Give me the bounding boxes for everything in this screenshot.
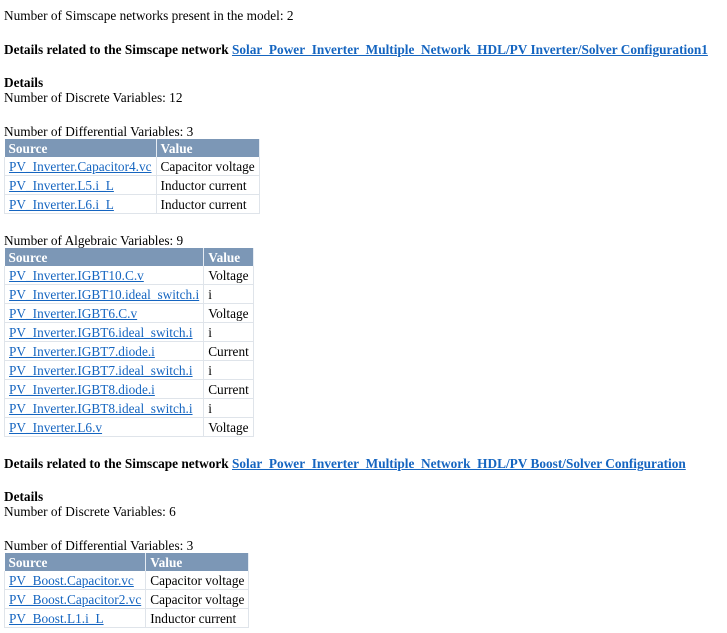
source-link[interactable]: PV_Inverter.IGBT8.diode.i [9, 382, 155, 397]
table-header-row: Source Value [4, 553, 250, 571]
value-cell: Inductor current [145, 608, 250, 628]
table-row: PV_Inverter.IGBT7.diode.i Current [3, 341, 254, 361]
table-header-row: Source Value [4, 248, 254, 266]
algebraic-count: Number of Algebraic Variables: 9 [4, 233, 184, 248]
source-link[interactable]: PV_Inverter.IGBT6.C.v [9, 306, 137, 321]
source-cell: PV_Inverter.IGBT6.C.v [3, 303, 205, 323]
source-link[interactable]: PV_Inverter.IGBT7.ideal_switch.i [9, 363, 193, 378]
network-link[interactable]: Solar_Power_Inverter_Multiple_Network_HD… [232, 42, 708, 57]
table-row: PV_Inverter.IGBT10.ideal_switch.i i [3, 284, 254, 304]
discrete-count: Number of Discrete Variables: 12 [4, 90, 183, 105]
source-cell: PV_Inverter.IGBT8.ideal_switch.i [3, 398, 205, 418]
differential-table: Source Value PV_Boost.Capacitor.vc Capaci… [3, 553, 250, 628]
value-cell: Current [203, 341, 254, 361]
source-link[interactable]: PV_Inverter.L6.i_L [9, 197, 114, 212]
details-label: Details [4, 489, 44, 504]
network-count-text: Number of Simscape networks present in t… [4, 8, 294, 23]
source-link[interactable]: PV_Inverter.L5.i_L [9, 178, 114, 193]
differential-count: Number of Differential Variables: 3 [4, 538, 194, 553]
network-heading-prefix: Details related to the Simscape network [4, 42, 232, 57]
source-link[interactable]: PV_Inverter.L6.v [9, 420, 102, 435]
source-cell: PV_Inverter.L6.i_L [4, 194, 157, 214]
table-row: PV_Inverter.L6.i_L Inductor current [4, 194, 260, 214]
source-column-header: Source [4, 248, 205, 266]
table-row: PV_Inverter.IGBT7.ideal_switch.i i [3, 360, 254, 380]
network-heading: Details related to the Simscape network … [4, 456, 723, 471]
source-cell: PV_Inverter.IGBT7.diode.i [3, 341, 205, 361]
value-cell: Inductor current [156, 194, 260, 214]
value-cell: i [203, 360, 254, 380]
source-link[interactable]: PV_Inverter.IGBT10.ideal_switch.i [9, 287, 199, 302]
source-link[interactable]: PV_Inverter.IGBT8.ideal_switch.i [9, 401, 193, 416]
source-link[interactable]: PV_Inverter.Capacitor4.vc [9, 159, 152, 174]
source-cell: PV_Inverter.IGBT6.ideal_switch.i [3, 322, 205, 342]
table-header-row: Source Value [4, 139, 260, 157]
table-row: PV_Inverter.IGBT8.diode.i Current [3, 379, 254, 399]
value-cell: i [203, 284, 254, 304]
differential-count: Number of Differential Variables: 3 [4, 124, 194, 139]
table-row: PV_Inverter.L6.v Voltage [3, 417, 254, 437]
report-body: Number of Simscape networks present in t… [0, 0, 727, 628]
value-cell: i [203, 398, 254, 418]
source-column-header: Source [4, 139, 157, 157]
value-cell: Voltage [203, 303, 254, 323]
source-link[interactable]: PV_Inverter.IGBT6.ideal_switch.i [9, 325, 193, 340]
source-cell: PV_Inverter.L6.v [3, 417, 205, 437]
table-row: PV_Inverter.IGBT8.ideal_switch.i i [3, 398, 254, 418]
discrete-count: Number of Discrete Variables: 6 [4, 504, 176, 519]
table-row: PV_Inverter.IGBT6.ideal_switch.i i [3, 322, 254, 342]
network-link[interactable]: Solar_Power_Inverter_Multiple_Network_HD… [232, 456, 686, 471]
table-row: PV_Boost.Capacitor2.vc Capacitor voltage [3, 589, 250, 609]
source-cell: PV_Inverter.IGBT8.diode.i [3, 379, 205, 399]
source-cell: PV_Inverter.L5.i_L [4, 175, 157, 195]
value-column-header: Value [203, 248, 254, 266]
value-cell: Capacitor voltage [156, 157, 260, 176]
network-heading-prefix: Details related to the Simscape network [4, 456, 232, 471]
source-cell: PV_Inverter.IGBT10.C.v [3, 266, 205, 285]
value-column-header: Value [145, 553, 250, 571]
source-column-header: Source [4, 553, 147, 571]
value-column-header: Value [156, 139, 260, 157]
table-row: PV_Inverter.IGBT10.C.v Voltage [3, 266, 254, 285]
value-cell: Inductor current [156, 175, 260, 195]
table-row: PV_Inverter.L5.i_L Inductor current [4, 175, 260, 195]
source-link[interactable]: PV_Boost.Capacitor.vc [9, 573, 134, 588]
value-cell: Current [203, 379, 254, 399]
source-cell: PV_Inverter.IGBT10.ideal_switch.i [3, 284, 205, 304]
source-cell: PV_Boost.L1.i_L [3, 608, 147, 628]
source-link[interactable]: PV_Inverter.IGBT7.diode.i [9, 344, 155, 359]
network-heading: Details related to the Simscape network … [4, 42, 723, 57]
source-cell: PV_Inverter.IGBT7.ideal_switch.i [3, 360, 205, 380]
algebraic-table: Source Value PV_Inverter.IGBT10.C.v Volta… [3, 248, 254, 437]
value-cell: Voltage [203, 417, 254, 437]
value-cell: Voltage [203, 266, 254, 285]
value-cell: i [203, 322, 254, 342]
source-link[interactable]: PV_Boost.L1.i_L [9, 611, 104, 626]
source-link[interactable]: PV_Boost.Capacitor2.vc [9, 592, 141, 607]
value-cell: Capacitor voltage [145, 589, 250, 609]
table-row: PV_Inverter.IGBT6.C.v Voltage [3, 303, 254, 323]
source-cell: PV_Boost.Capacitor.vc [3, 571, 147, 590]
differential-table: Source Value PV_Inverter.Capacitor4.vc Ca… [4, 139, 260, 214]
details-label: Details [4, 75, 44, 90]
source-cell: PV_Inverter.Capacitor4.vc [4, 157, 157, 176]
source-cell: PV_Boost.Capacitor2.vc [3, 589, 147, 609]
table-row: PV_Boost.L1.i_L Inductor current [3, 608, 250, 628]
table-row: PV_Boost.Capacitor.vc Capacitor voltage [3, 571, 250, 590]
source-link[interactable]: PV_Inverter.IGBT10.C.v [9, 268, 144, 283]
table-row: PV_Inverter.Capacitor4.vc Capacitor volta… [4, 157, 260, 176]
value-cell: Capacitor voltage [145, 571, 250, 590]
